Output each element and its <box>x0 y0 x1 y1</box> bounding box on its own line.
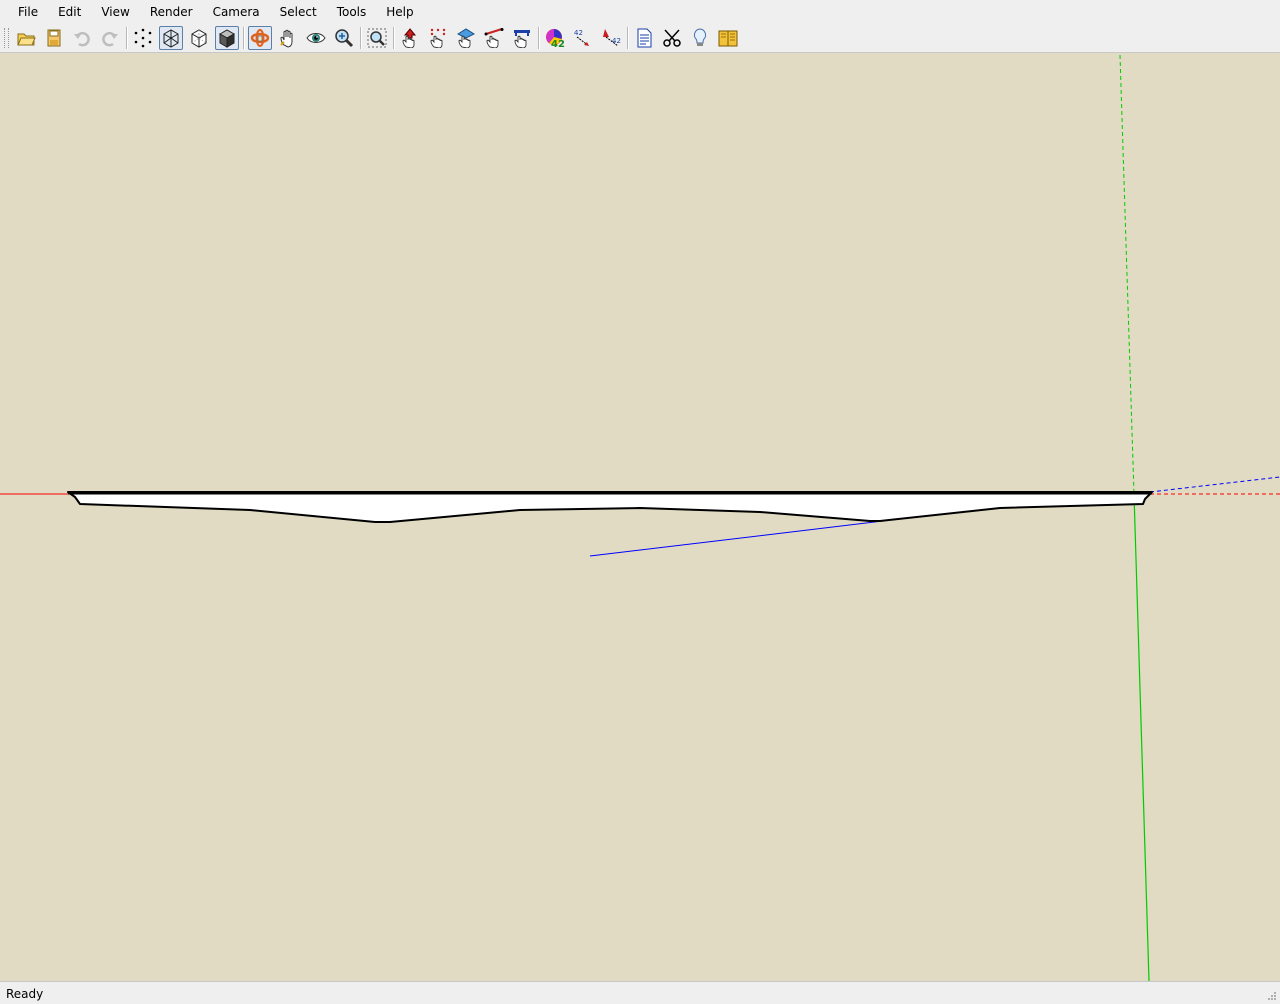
open-folder-button[interactable] <box>14 26 38 50</box>
zoom-extents-icon <box>367 28 387 48</box>
measure-distance-button[interactable]: 42 <box>571 26 595 50</box>
points-view-button[interactable] <box>131 26 155 50</box>
save-button[interactable] <box>42 26 66 50</box>
undo-icon <box>74 31 90 47</box>
menu-render[interactable]: Render <box>140 0 203 24</box>
toolbar-separator <box>360 27 361 49</box>
library-book-icon <box>718 30 738 47</box>
select-texture-hand-button[interactable] <box>510 26 534 50</box>
select-vertices-hand-button[interactable] <box>426 26 450 50</box>
points-view-icon <box>134 28 152 48</box>
toolbar-separator <box>126 27 127 49</box>
toolbar-separator <box>393 27 394 49</box>
scene-canvas[interactable] <box>0 53 1280 981</box>
wireframe-view-button[interactable] <box>159 26 183 50</box>
select-edges-hand-button[interactable] <box>482 26 506 50</box>
resize-grip-icon[interactable] <box>1267 991 1277 1001</box>
select-edges-hand-icon <box>484 28 504 48</box>
measure-angle-icon: 42 <box>603 29 621 47</box>
select-pointer-hand-button[interactable] <box>398 26 422 50</box>
toolbar-grip[interactable] <box>4 28 9 48</box>
select-faces-hand-icon <box>456 28 476 48</box>
svg-text:42: 42 <box>574 29 583 37</box>
redo-icon <box>102 31 118 47</box>
color-wheel-button[interactable]: 42 <box>543 26 567 50</box>
section-cut-scissors-button[interactable] <box>660 26 684 50</box>
shaded-view-icon <box>218 29 236 48</box>
z-axis-dashed-line <box>1149 476 1280 493</box>
select-pointer-hand-icon <box>402 28 417 48</box>
menu-select[interactable]: Select <box>270 0 327 24</box>
menu-camera[interactable]: Camera <box>203 0 270 24</box>
properties-document-button[interactable] <box>632 26 656 50</box>
look-around-eye-button[interactable] <box>304 26 328 50</box>
measure-angle-button[interactable]: 42 <box>599 26 623 50</box>
color-wheel-icon: 42 <box>546 29 565 48</box>
svg-text:42: 42 <box>612 37 621 45</box>
y-axis-dashed-line <box>1119 54 1135 495</box>
menu-help[interactable]: Help <box>376 0 423 24</box>
select-texture-hand-icon <box>514 30 530 48</box>
orbit-icon <box>250 29 270 47</box>
library-book-button[interactable] <box>716 26 740 50</box>
save-icon <box>47 29 61 47</box>
hidden-line-view-button[interactable] <box>187 26 211 50</box>
select-faces-hand-button[interactable] <box>454 26 478 50</box>
menu-edit[interactable]: Edit <box>48 0 91 24</box>
open-folder-icon <box>17 33 36 46</box>
3d-viewport[interactable] <box>0 53 1280 981</box>
light-bulb-icon <box>693 28 707 46</box>
y-axis-line <box>1133 493 1150 981</box>
toolbar-separator <box>627 27 628 49</box>
section-cut-scissors-icon <box>663 29 681 47</box>
menu-view[interactable]: View <box>91 0 139 24</box>
light-bulb-button[interactable] <box>688 26 712 50</box>
status-bar: Ready <box>0 981 1280 1004</box>
svg-text:42: 42 <box>551 39 565 48</box>
zoom-magnifier-button[interactable] <box>332 26 356 50</box>
status-text: Ready <box>6 987 44 1001</box>
menu-bar: File Edit View Render Camera Select Tools Help <box>0 0 1280 24</box>
properties-document-icon <box>637 28 652 48</box>
pan-hand-icon <box>280 29 293 48</box>
zoom-magnifier-icon <box>335 29 354 48</box>
shaded-view-button[interactable] <box>215 26 239 50</box>
pan-hand-button[interactable] <box>276 26 300 50</box>
look-around-eye-icon <box>306 33 326 43</box>
hidden-line-view-icon <box>191 29 207 48</box>
orbit-button[interactable] <box>248 26 272 50</box>
undo-button[interactable] <box>70 26 94 50</box>
main-toolbar: 42 42 42 <box>0 24 1280 53</box>
zoom-extents-button[interactable] <box>365 26 389 50</box>
toolbar-separator <box>538 27 539 49</box>
select-vertices-hand-icon <box>430 28 446 48</box>
measure-distance-icon: 42 <box>574 29 590 47</box>
wireframe-view-icon <box>163 29 179 48</box>
model-shape[interactable] <box>67 491 1153 523</box>
redo-button[interactable] <box>98 26 122 50</box>
menu-tools[interactable]: Tools <box>327 0 377 24</box>
toolbar-separator <box>243 27 244 49</box>
menu-file[interactable]: File <box>0 0 48 24</box>
